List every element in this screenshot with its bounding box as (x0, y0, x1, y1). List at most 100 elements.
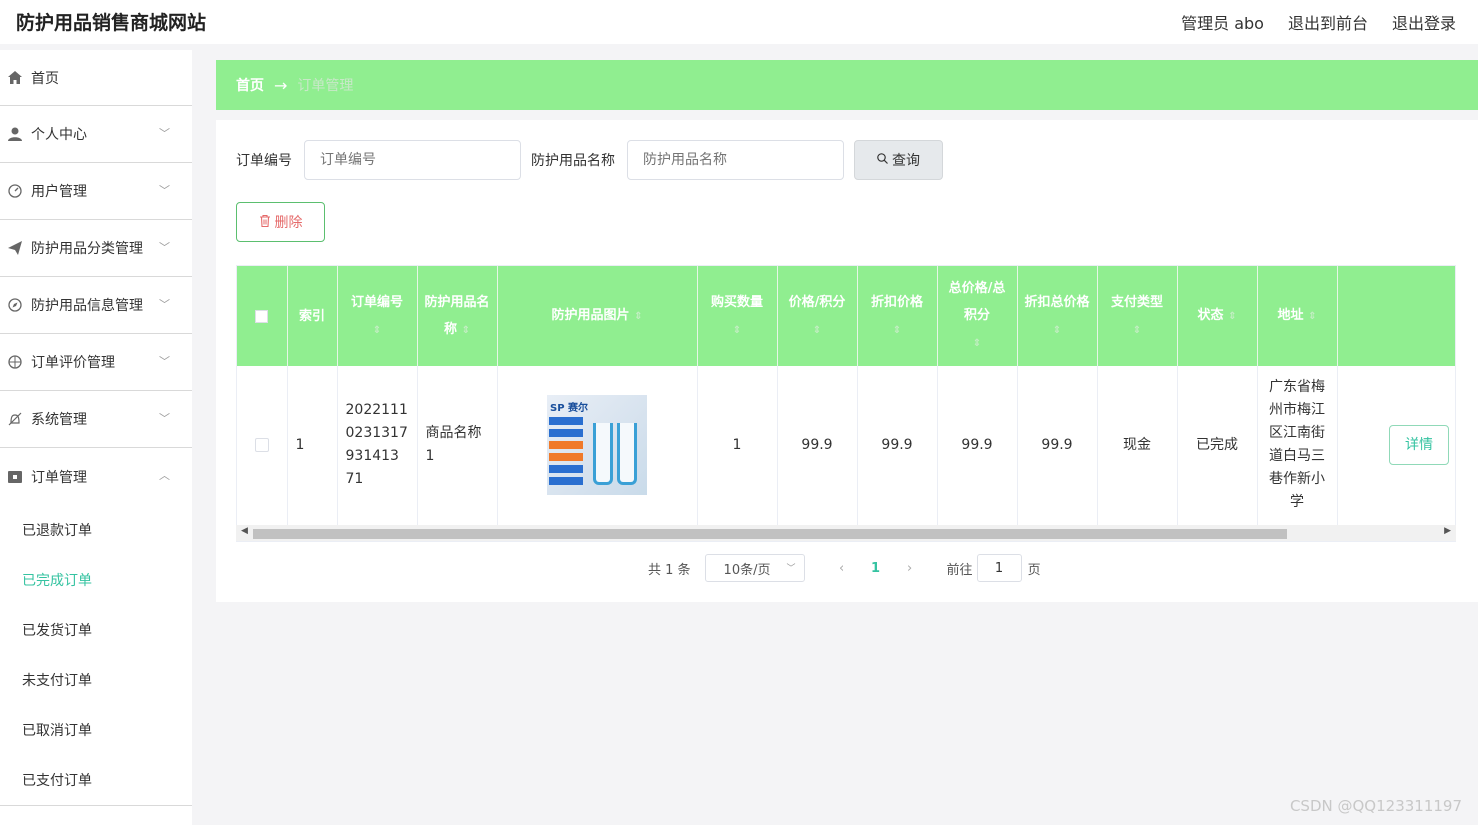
order-no-input[interactable] (304, 140, 521, 180)
column-header-address[interactable]: 地址 ⇕ (1257, 266, 1338, 366)
submenu-refunded-orders[interactable]: 已退款订单 (0, 505, 192, 555)
sort-icon[interactable]: ⇕ (893, 325, 901, 336)
current-page[interactable]: 1 (861, 561, 891, 576)
search-row: 订单编号 防护用品名称 查询 (236, 140, 943, 180)
page-suffix: 页 (1027, 562, 1041, 578)
boot-cover-right (617, 423, 637, 486)
sort-icon[interactable]: ⇕ (634, 311, 642, 322)
column-header-product-image[interactable]: 防护用品图片 ⇕ (497, 266, 698, 366)
column-header-payment-type[interactable]: 支付类型 ⇕ (1097, 266, 1178, 366)
sort-icon[interactable]: ⇕ (733, 325, 741, 336)
table-row: 1 20221110231317931413 71 商品名称1 SP 赛尔 1 … (237, 366, 1455, 526)
top-bar: 防护用品销售商城网站 管理员 abo 退出到前台 退出登录 (0, 0, 1478, 44)
column-header-label: 防护用品名称 (424, 294, 490, 337)
column-header-product-name[interactable]: 防护用品名称 ⇕ (417, 266, 498, 366)
submenu-cancelled-orders[interactable]: 已取消订单 (0, 705, 192, 755)
cell-product-name: 商品名称1 (417, 366, 498, 526)
sort-icon[interactable]: ⇕ (1308, 311, 1316, 322)
main-panel: 订单编号 防护用品名称 查询 删除 索引 (216, 120, 1478, 602)
chevron-up-icon: ︿ (159, 469, 170, 482)
sidebar-item-label: 系统管理 (31, 412, 87, 428)
breadcrumb: 首页 → 订单管理 (216, 60, 1478, 110)
column-header-label: 购买数量 (710, 294, 763, 310)
sidebar-item-label: 订单评价管理 (31, 355, 115, 371)
column-header-quantity[interactable]: 购买数量 ⇕ (697, 266, 778, 366)
send-icon (8, 241, 22, 255)
cell-quantity: 1 (697, 366, 778, 526)
column-header-label: 折扣总价格 (1024, 294, 1090, 310)
column-header-price[interactable]: 价格/积分 ⇕ (777, 266, 858, 366)
orders-submenu: 已退款订单 已完成订单 已发货订单 未支付订单 已取消订单 已支付订单 (0, 505, 192, 806)
sidebar-item-system[interactable]: 系统管理 ﹀ (0, 391, 192, 448)
globe-icon (8, 355, 22, 369)
trash-icon (259, 214, 271, 231)
cell-address: 广东省梅州市梅江区江南街道白马三巷作新小学 (1257, 366, 1338, 526)
chevron-down-icon: ﹀ (159, 127, 170, 140)
sort-icon[interactable]: ⇕ (1228, 311, 1236, 322)
image-band (549, 453, 583, 462)
scrollbar-thumb[interactable] (253, 529, 1287, 539)
cell-product-image: SP 赛尔 (497, 366, 698, 526)
delete-button[interactable]: 删除 (236, 202, 325, 242)
next-page-icon[interactable]: › (895, 561, 925, 576)
sort-icon[interactable]: ⇕ (462, 325, 470, 336)
column-header-discount-total[interactable]: 折扣总价格 ⇕ (1017, 266, 1098, 366)
horizontal-scrollbar[interactable]: ◀ ▶ (236, 525, 1456, 541)
site-title: 防护用品销售商城网站 (16, 12, 207, 34)
query-button[interactable]: 查询 (854, 140, 943, 180)
row-checkbox[interactable] (254, 437, 269, 452)
sort-icon[interactable]: ⇕ (1053, 325, 1061, 336)
submenu-shipped-orders[interactable]: 已发货订单 (0, 605, 192, 655)
watermark: CSDN @QQ123311197 (1289, 797, 1462, 815)
cell-total-price: 99.9 (937, 366, 1018, 526)
query-button-label: 查询 (892, 153, 920, 169)
column-header-label: 订单编号 (350, 294, 403, 310)
orders-table: 索引 订单编号 ⇕ 防护用品名称 ⇕ 防护用品图片 ⇕ 购买数量 ⇕ 价格/积分 ⇕… (236, 265, 1456, 542)
image-band (549, 477, 583, 486)
cell-price: 99.9 (777, 366, 858, 526)
sidebar-item-personal[interactable]: 个人中心 ﹀ (0, 106, 192, 163)
page-size-select[interactable]: 10条/页 ﹀ (704, 554, 805, 582)
user-icon (8, 127, 22, 141)
logout-link[interactable]: 退出登录 (1392, 10, 1456, 34)
select-all-checkbox[interactable] (255, 309, 269, 323)
product-image[interactable]: SP 赛尔 (547, 395, 647, 496)
scroll-right-icon[interactable]: ▶ (1444, 526, 1451, 536)
submenu-unpaid-orders[interactable]: 未支付订单 (0, 655, 192, 705)
product-name-input[interactable] (627, 140, 844, 180)
sidebar-item-users[interactable]: 用户管理 ﹀ (0, 163, 192, 220)
sidebar-item-order-review[interactable]: 订单评价管理 ﹀ (0, 334, 192, 391)
order-icon (8, 470, 22, 484)
sort-icon[interactable]: ⇕ (373, 325, 381, 336)
front-link[interactable]: 退出到前台 (1288, 10, 1368, 34)
submenu-paid-orders[interactable]: 已支付订单 (0, 755, 192, 805)
sidebar-item-orders[interactable]: 订单管理 ︿ (0, 448, 192, 505)
column-header-discount-price[interactable]: 折扣价格 ⇕ (857, 266, 938, 366)
sort-icon[interactable]: ⇕ (1133, 325, 1141, 336)
scroll-left-icon[interactable]: ◀ (241, 526, 248, 536)
column-header-status[interactable]: 状态 ⇕ (1177, 266, 1258, 366)
sidebar-item-label: 首页 (31, 70, 59, 87)
column-header-index[interactable]: 索引 (287, 266, 338, 366)
prev-page-icon[interactable]: ‹ (827, 561, 857, 576)
detail-button[interactable]: 详情 (1389, 425, 1449, 466)
column-header-label: 折扣价格 (870, 294, 923, 310)
sidebar-item-home[interactable]: 首页 (0, 50, 192, 106)
select-all-cell (237, 266, 288, 366)
chevron-down-icon: ﹀ (159, 184, 170, 197)
chevron-down-icon: ﹀ (159, 412, 170, 425)
cell-order-no: 20221110231317931413 71 (337, 366, 418, 526)
goto-page-input[interactable]: 1 (976, 554, 1022, 582)
breadcrumb-current: 订单管理 (297, 78, 354, 94)
column-header-total-price[interactable]: 总价格/总积分 ⇕ (937, 266, 1018, 366)
breadcrumb-home[interactable]: 首页 (236, 75, 264, 95)
table-header-row: 索引 订单编号 ⇕ 防护用品名称 ⇕ 防护用品图片 ⇕ 购买数量 ⇕ 价格/积分 ⇕… (237, 266, 1455, 366)
chevron-down-icon: ﹀ (159, 298, 170, 311)
column-header-order-no[interactable]: 订单编号 ⇕ (337, 266, 418, 366)
sidebar-item-product-info[interactable]: 防护用品信息管理 ﹀ (0, 277, 192, 334)
sidebar-item-category[interactable]: 防护用品分类管理 ﹀ (0, 220, 192, 277)
sort-icon[interactable]: ⇕ (973, 338, 981, 349)
column-header-actions (1337, 266, 1455, 366)
sort-icon[interactable]: ⇕ (813, 325, 821, 336)
submenu-completed-orders[interactable]: 已完成订单 (0, 555, 192, 605)
